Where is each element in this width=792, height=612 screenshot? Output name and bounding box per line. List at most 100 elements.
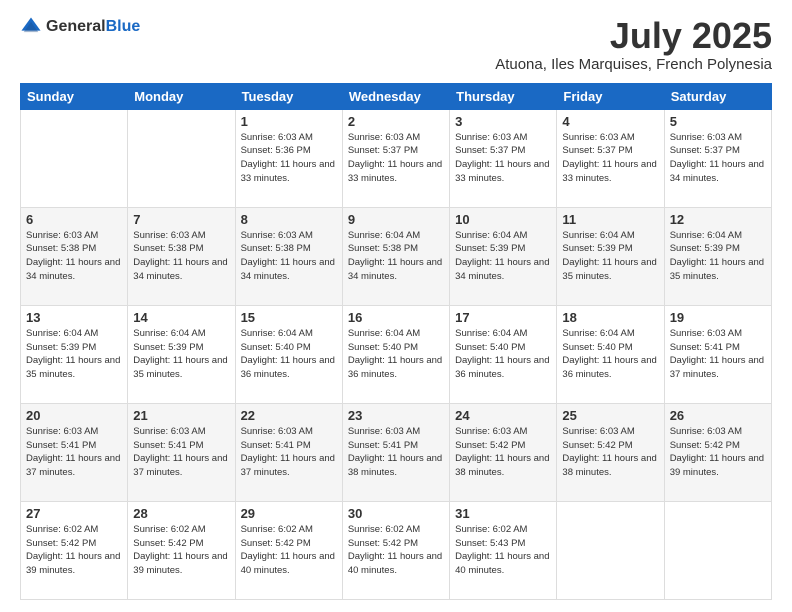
day-number: 29: [241, 506, 337, 521]
day-number: 5: [670, 114, 766, 129]
table-row: 20 Sunrise: 6:03 AMSunset: 5:41 PMDayligh…: [21, 403, 128, 501]
table-row: 3 Sunrise: 6:03 AMSunset: 5:37 PMDaylight…: [450, 109, 557, 207]
day-info: Sunrise: 6:04 AMSunset: 5:39 PMDaylight:…: [562, 229, 658, 284]
calendar-page: GeneralBlue July 2025 Atuona, Iles Marqu…: [0, 0, 792, 612]
day-number: 4: [562, 114, 658, 129]
day-info: Sunrise: 6:03 AMSunset: 5:41 PMDaylight:…: [670, 327, 766, 382]
logo-general: General: [46, 18, 106, 35]
day-info: Sunrise: 6:02 AMSunset: 5:42 PMDaylight:…: [133, 523, 229, 578]
day-info: Sunrise: 6:03 AMSunset: 5:37 PMDaylight:…: [455, 131, 551, 186]
day-info: Sunrise: 6:04 AMSunset: 5:39 PMDaylight:…: [670, 229, 766, 284]
day-info: Sunrise: 6:03 AMSunset: 5:37 PMDaylight:…: [562, 131, 658, 186]
day-number: 3: [455, 114, 551, 129]
day-info: Sunrise: 6:04 AMSunset: 5:39 PMDaylight:…: [26, 327, 122, 382]
table-row: 2Sunrise: 6:03 AMSunset: 5:37 PMDaylight…: [342, 109, 449, 207]
table-row: 17Sunrise: 6:04 AMSunset: 5:40 PMDayligh…: [450, 305, 557, 403]
day-info: Sunrise: 6:03 AMSunset: 5:38 PMDaylight:…: [241, 229, 337, 284]
table-row: 22Sunrise: 6:03 AMSunset: 5:41 PMDayligh…: [235, 403, 342, 501]
calendar-week-row: 20 Sunrise: 6:03 AMSunset: 5:41 PMDayligh…: [21, 403, 772, 501]
day-number: 2: [348, 114, 444, 129]
calendar-week-row: 13 Sunrise: 6:04 AMSunset: 5:39 PMDayligh…: [21, 305, 772, 403]
table-row: 10Sunrise: 6:04 AMSunset: 5:39 PMDayligh…: [450, 207, 557, 305]
logo-icon: [20, 16, 42, 38]
day-number: 18: [562, 310, 658, 325]
header-tuesday: Tuesday: [235, 83, 342, 109]
day-number: 23: [348, 408, 444, 423]
weekday-header-row: Sunday Monday Tuesday Wednesday Thursday…: [21, 83, 772, 109]
day-info: Sunrise: 6:04 AMSunset: 5:40 PMDaylight:…: [562, 327, 658, 382]
day-number: 20: [26, 408, 122, 423]
table-row: 23Sunrise: 6:03 AMSunset: 5:41 PMDayligh…: [342, 403, 449, 501]
day-info: Sunrise: 6:04 AMSunset: 5:40 PMDaylight:…: [241, 327, 337, 382]
logo: GeneralBlue: [20, 16, 140, 38]
day-info: Sunrise: 6:02 AMSunset: 5:42 PMDaylight:…: [241, 523, 337, 578]
table-row: 4 Sunrise: 6:03 AMSunset: 5:37 PMDaylight…: [557, 109, 664, 207]
day-info: Sunrise: 6:03 AMSunset: 5:41 PMDaylight:…: [133, 425, 229, 480]
header-thursday: Thursday: [450, 83, 557, 109]
table-row: [557, 501, 664, 599]
day-number: 26: [670, 408, 766, 423]
table-row: 27 Sunrise: 6:02 AMSunset: 5:42 PMDayligh…: [21, 501, 128, 599]
table-row: 30 Sunrise: 6:02 AMSunset: 5:42 PMDayligh…: [342, 501, 449, 599]
day-info: Sunrise: 6:03 AMSunset: 5:37 PMDaylight:…: [670, 131, 766, 186]
table-row: 11 Sunrise: 6:04 AMSunset: 5:39 PMDayligh…: [557, 207, 664, 305]
table-row: 19 Sunrise: 6:03 AMSunset: 5:41 PMDayligh…: [664, 305, 771, 403]
table-row: 31Sunrise: 6:02 AMSunset: 5:43 PMDayligh…: [450, 501, 557, 599]
day-info: Sunrise: 6:04 AMSunset: 5:38 PMDaylight:…: [348, 229, 444, 284]
day-number: 9: [348, 212, 444, 227]
day-info: Sunrise: 6:02 AMSunset: 5:42 PMDaylight:…: [26, 523, 122, 578]
table-row: 6 Sunrise: 6:03 AMSunset: 5:38 PMDaylight…: [21, 207, 128, 305]
day-number: 28: [133, 506, 229, 521]
day-number: 13: [26, 310, 122, 325]
day-info: Sunrise: 6:04 AMSunset: 5:39 PMDaylight:…: [455, 229, 551, 284]
table-row: 12Sunrise: 6:04 AMSunset: 5:39 PMDayligh…: [664, 207, 771, 305]
day-info: Sunrise: 6:03 AMSunset: 5:38 PMDaylight:…: [133, 229, 229, 284]
calendar-table: Sunday Monday Tuesday Wednesday Thursday…: [20, 83, 772, 600]
table-row: 5 Sunrise: 6:03 AMSunset: 5:37 PMDaylight…: [664, 109, 771, 207]
location-title: Atuona, Iles Marquises, French Polynesia: [495, 56, 772, 73]
day-info: Sunrise: 6:03 AMSunset: 5:42 PMDaylight:…: [670, 425, 766, 480]
header-friday: Friday: [557, 83, 664, 109]
day-info: Sunrise: 6:03 AMSunset: 5:42 PMDaylight:…: [562, 425, 658, 480]
header: GeneralBlue July 2025 Atuona, Iles Marqu…: [20, 16, 772, 73]
table-row: [128, 109, 235, 207]
header-saturday: Saturday: [664, 83, 771, 109]
day-info: Sunrise: 6:04 AMSunset: 5:40 PMDaylight:…: [348, 327, 444, 382]
day-number: 17: [455, 310, 551, 325]
calendar-week-row: 27 Sunrise: 6:02 AMSunset: 5:42 PMDayligh…: [21, 501, 772, 599]
table-row: 16Sunrise: 6:04 AMSunset: 5:40 PMDayligh…: [342, 305, 449, 403]
day-number: 7: [133, 212, 229, 227]
day-info: Sunrise: 6:02 AMSunset: 5:42 PMDaylight:…: [348, 523, 444, 578]
day-info: Sunrise: 6:03 AMSunset: 5:36 PMDaylight:…: [241, 131, 337, 186]
table-row: 28 Sunrise: 6:02 AMSunset: 5:42 PMDayligh…: [128, 501, 235, 599]
day-number: 1: [241, 114, 337, 129]
table-row: [21, 109, 128, 207]
day-number: 14: [133, 310, 229, 325]
table-row: 21 Sunrise: 6:03 AMSunset: 5:41 PMDayligh…: [128, 403, 235, 501]
table-row: [664, 501, 771, 599]
calendar-week-row: 6 Sunrise: 6:03 AMSunset: 5:38 PMDaylight…: [21, 207, 772, 305]
day-number: 27: [26, 506, 122, 521]
day-number: 19: [670, 310, 766, 325]
table-row: 13 Sunrise: 6:04 AMSunset: 5:39 PMDayligh…: [21, 305, 128, 403]
day-number: 30: [348, 506, 444, 521]
table-row: 24Sunrise: 6:03 AMSunset: 5:42 PMDayligh…: [450, 403, 557, 501]
title-block: July 2025 Atuona, Iles Marquises, French…: [495, 16, 772, 73]
table-row: 18 Sunrise: 6:04 AMSunset: 5:40 PMDayligh…: [557, 305, 664, 403]
header-wednesday: Wednesday: [342, 83, 449, 109]
table-row: 26 Sunrise: 6:03 AMSunset: 5:42 PMDayligh…: [664, 403, 771, 501]
day-info: Sunrise: 6:03 AMSunset: 5:41 PMDaylight:…: [26, 425, 122, 480]
table-row: 1 Sunrise: 6:03 AMSunset: 5:36 PMDaylight…: [235, 109, 342, 207]
day-number: 24: [455, 408, 551, 423]
day-info: Sunrise: 6:03 AMSunset: 5:41 PMDaylight:…: [241, 425, 337, 480]
table-row: 8Sunrise: 6:03 AMSunset: 5:38 PMDaylight…: [235, 207, 342, 305]
day-info: Sunrise: 6:03 AMSunset: 5:38 PMDaylight:…: [26, 229, 122, 284]
table-row: 7 Sunrise: 6:03 AMSunset: 5:38 PMDaylight…: [128, 207, 235, 305]
day-info: Sunrise: 6:02 AMSunset: 5:43 PMDaylight:…: [455, 523, 551, 578]
logo-blue: Blue: [106, 18, 141, 35]
day-number: 6: [26, 212, 122, 227]
table-row: 15 Sunrise: 6:04 AMSunset: 5:40 PMDayligh…: [235, 305, 342, 403]
day-number: 11: [562, 212, 658, 227]
day-number: 15: [241, 310, 337, 325]
day-number: 21: [133, 408, 229, 423]
